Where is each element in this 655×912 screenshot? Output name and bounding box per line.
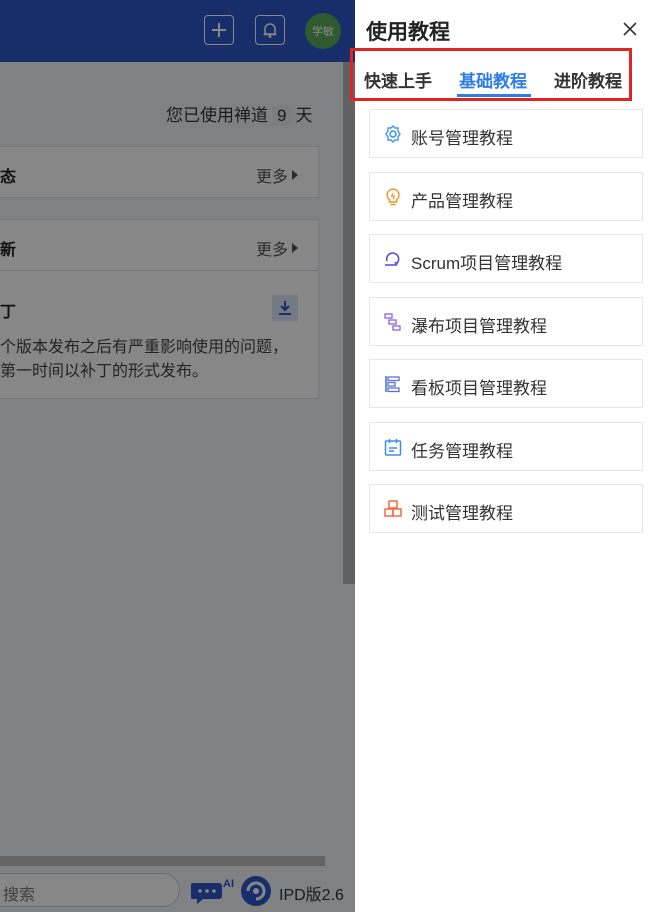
tutorial-list: 账号管理教程 产品管理教程 Scrum项目管理教程 瀑布项目管理教程 看板项目管… <box>369 109 643 547</box>
tutorial-tabs: 快速上手 基础教程 进阶教程 <box>350 48 632 101</box>
lightbulb-icon <box>382 186 404 208</box>
tab-advanced-tutorial[interactable]: 进阶教程 <box>554 67 622 92</box>
kanban-icon <box>382 373 404 395</box>
active-tab-indicator <box>457 94 531 97</box>
loop-icon <box>382 248 404 270</box>
tutorial-item-waterfall[interactable]: 瀑布项目管理教程 <box>369 296 643 346</box>
tab-basic-tutorial[interactable]: 基础教程 <box>459 67 527 92</box>
boxes-icon <box>382 498 404 520</box>
waterfall-icon <box>382 311 404 333</box>
tutorial-item-account[interactable]: 账号管理教程 <box>369 109 643 158</box>
tutorial-item-product[interactable]: 产品管理教程 <box>369 171 643 221</box>
tutorial-item-testing[interactable]: 测试管理教程 <box>369 484 643 533</box>
tutorial-item-scrum[interactable]: Scrum项目管理教程 <box>369 234 643 283</box>
calendar-icon <box>382 436 404 458</box>
modal-overlay[interactable] <box>0 0 355 912</box>
drawer-title: 使用教程 <box>366 21 450 44</box>
tab-quick-start[interactable]: 快速上手 <box>364 67 432 92</box>
tutorial-item-task[interactable]: 任务管理教程 <box>369 421 643 471</box>
close-button[interactable] <box>619 18 641 40</box>
close-icon <box>623 22 637 36</box>
tutorial-item-kanban[interactable]: 看板项目管理教程 <box>369 359 643 408</box>
gear-icon <box>382 123 404 145</box>
tutorial-drawer: 使用教程 快速上手 基础教程 进阶教程 账号管理教程 产品管理教程 Scrum项… <box>350 0 655 912</box>
